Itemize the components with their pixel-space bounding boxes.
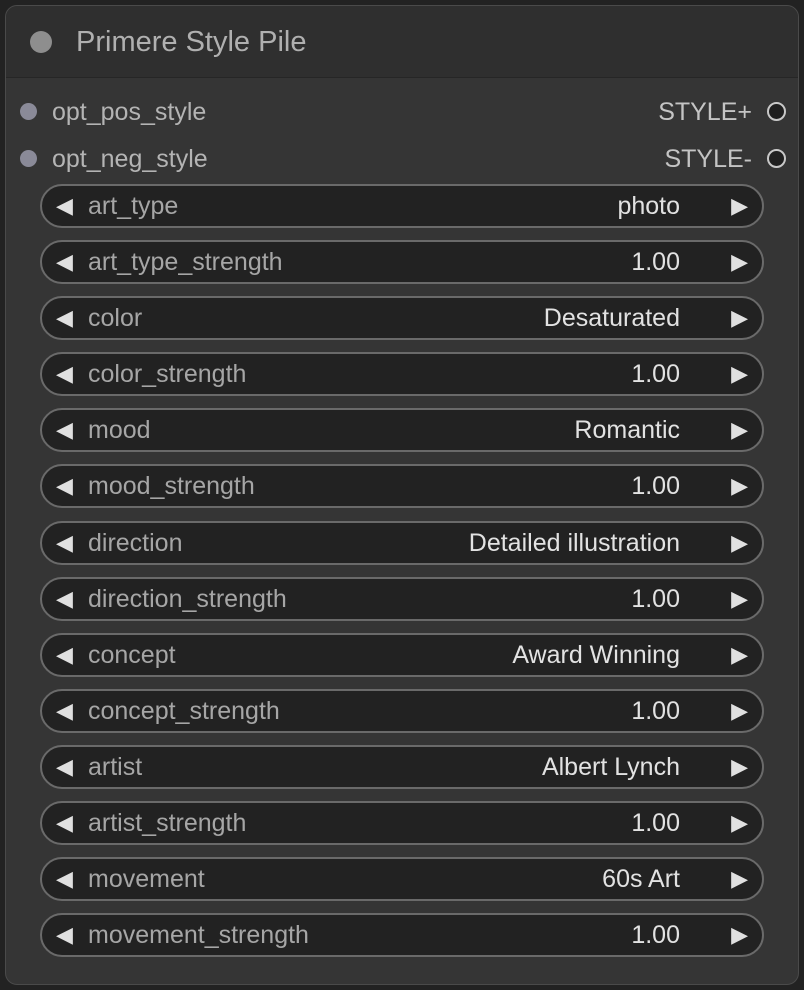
widget-label: mood_strength (88, 472, 255, 501)
combo-widget-concept-strength[interactable]: ◀ concept_strength 1.00 ▶ (40, 688, 764, 733)
increment-arrow-icon[interactable]: ▶ (731, 530, 748, 556)
combo-widget-mood[interactable]: ◀ mood Romantic ▶ (40, 408, 764, 453)
widget-label: art_type (88, 192, 179, 220)
widget-value[interactable]: 1.00 (631, 696, 680, 726)
widget-value[interactable]: 1.00 (631, 247, 680, 277)
increment-arrow-icon[interactable]: ▶ (731, 249, 748, 275)
increment-arrow-icon[interactable]: ▶ (731, 922, 748, 948)
increment-arrow-icon[interactable]: ▶ (731, 305, 748, 331)
widget-value[interactable]: 1.00 (631, 808, 680, 838)
widget-value[interactable]: 1.00 (631, 920, 680, 950)
input-slot-dot-icon[interactable] (20, 150, 37, 167)
widget-label: art_type_strength (88, 248, 283, 277)
increment-arrow-icon[interactable]: ▶ (731, 586, 748, 612)
combo-widget-art-type[interactable]: ◀ art_type photo ▶ (40, 184, 764, 228)
output-slot-dot-icon[interactable] (767, 149, 786, 168)
widget-value[interactable]: 60s Art (602, 864, 680, 894)
widget-label: movement (88, 865, 205, 894)
widget-value[interactable]: Award Winning (512, 640, 680, 670)
decrement-arrow-icon[interactable]: ◀ (56, 586, 73, 612)
decrement-arrow-icon[interactable]: ◀ (56, 754, 73, 780)
combo-widget-direction-strength[interactable]: ◀ direction_strength 1.00 ▶ (40, 576, 764, 621)
increment-arrow-icon[interactable]: ▶ (731, 866, 748, 892)
combo-widget-mood-strength[interactable]: ◀ mood_strength 1.00 ▶ (40, 464, 764, 509)
combo-widget-movement-strength[interactable]: ◀ movement_strength 1.00 ▶ (40, 913, 764, 958)
increment-arrow-icon[interactable]: ▶ (731, 361, 748, 387)
collapse-dot-icon[interactable] (30, 31, 52, 53)
decrement-arrow-icon[interactable]: ◀ (56, 922, 73, 948)
widget-label: concept (88, 640, 176, 669)
output-slot-dot-icon[interactable] (767, 102, 786, 121)
decrement-arrow-icon[interactable]: ◀ (56, 698, 73, 724)
decrement-arrow-icon[interactable]: ◀ (56, 642, 73, 668)
input-label-opt-neg-style: opt_neg_style (52, 145, 208, 173)
decrement-arrow-icon[interactable]: ◀ (56, 249, 73, 275)
widget-value[interactable]: Desaturated (544, 303, 680, 333)
increment-arrow-icon[interactable]: ▶ (731, 417, 748, 443)
widget-value[interactable]: Albert Lynch (542, 752, 680, 782)
decrement-arrow-icon[interactable]: ◀ (56, 810, 73, 836)
widget-value[interactable]: Romantic (574, 415, 680, 445)
increment-arrow-icon[interactable]: ▶ (731, 754, 748, 780)
increment-arrow-icon[interactable]: ▶ (731, 473, 748, 499)
output-label-style-minus: STYLE- (664, 145, 752, 173)
increment-arrow-icon[interactable]: ▶ (731, 698, 748, 724)
widget-label: artist (88, 752, 143, 781)
widget-value[interactable]: 1.00 (631, 471, 680, 501)
widget-label: movement_strength (88, 921, 309, 950)
increment-arrow-icon[interactable]: ▶ (731, 193, 748, 219)
combo-widget-concept[interactable]: ◀ concept Award Winning ▶ (40, 632, 764, 677)
increment-arrow-icon[interactable]: ▶ (731, 810, 748, 836)
widget-value[interactable]: photo (617, 191, 680, 221)
node-title: Primere Style Pile (76, 26, 307, 58)
decrement-arrow-icon[interactable]: ◀ (56, 361, 73, 387)
combo-widget-artist[interactable]: ◀ artist Albert Lynch ▶ (40, 744, 764, 789)
widget-list: ◀ art_type photo ▶ ◀ art_type_strength 1.00 ▶ ◀ c… (40, 184, 764, 969)
widget-label: direction_strength (88, 584, 287, 613)
node-titlebar[interactable]: Primere Style Pile (6, 6, 798, 78)
combo-widget-direction[interactable]: ◀ direction Detailed illustration ▶ (40, 520, 764, 565)
decrement-arrow-icon[interactable]: ◀ (56, 473, 73, 499)
decrement-arrow-icon[interactable]: ◀ (56, 193, 73, 219)
widget-label: color_strength (88, 360, 247, 389)
input-slot-dot-icon[interactable] (20, 103, 37, 120)
widget-label: artist_strength (88, 809, 247, 838)
decrement-arrow-icon[interactable]: ◀ (56, 866, 73, 892)
increment-arrow-icon[interactable]: ▶ (731, 642, 748, 668)
io-row-neg: opt_neg_style STYLE- (6, 141, 798, 177)
widget-label: concept_strength (88, 696, 280, 725)
combo-widget-artist-strength[interactable]: ◀ artist_strength 1.00 ▶ (40, 801, 764, 846)
io-row-pos: opt_pos_style STYLE+ (6, 94, 798, 130)
combo-widget-art-type-strength[interactable]: ◀ art_type_strength 1.00 ▶ (40, 240, 764, 285)
combo-widget-color-strength[interactable]: ◀ color_strength 1.00 ▶ (40, 352, 764, 397)
widget-value[interactable]: 1.00 (631, 359, 680, 389)
widget-label: color (88, 304, 143, 333)
widget-value[interactable]: Detailed illustration (469, 528, 680, 558)
combo-widget-movement[interactable]: ◀ movement 60s Art ▶ (40, 857, 764, 902)
widget-value[interactable]: 1.00 (631, 584, 680, 614)
widget-label: mood (88, 416, 151, 445)
output-label-style-plus: STYLE+ (658, 98, 752, 126)
widget-label: direction (88, 528, 183, 557)
combo-widget-color[interactable]: ◀ color Desaturated ▶ (40, 296, 764, 341)
style-pile-node[interactable]: Primere Style Pile opt_pos_style STYLE+ … (5, 5, 799, 985)
decrement-arrow-icon[interactable]: ◀ (56, 305, 73, 331)
decrement-arrow-icon[interactable]: ◀ (56, 417, 73, 443)
decrement-arrow-icon[interactable]: ◀ (56, 530, 73, 556)
input-label-opt-pos-style: opt_pos_style (52, 98, 207, 126)
